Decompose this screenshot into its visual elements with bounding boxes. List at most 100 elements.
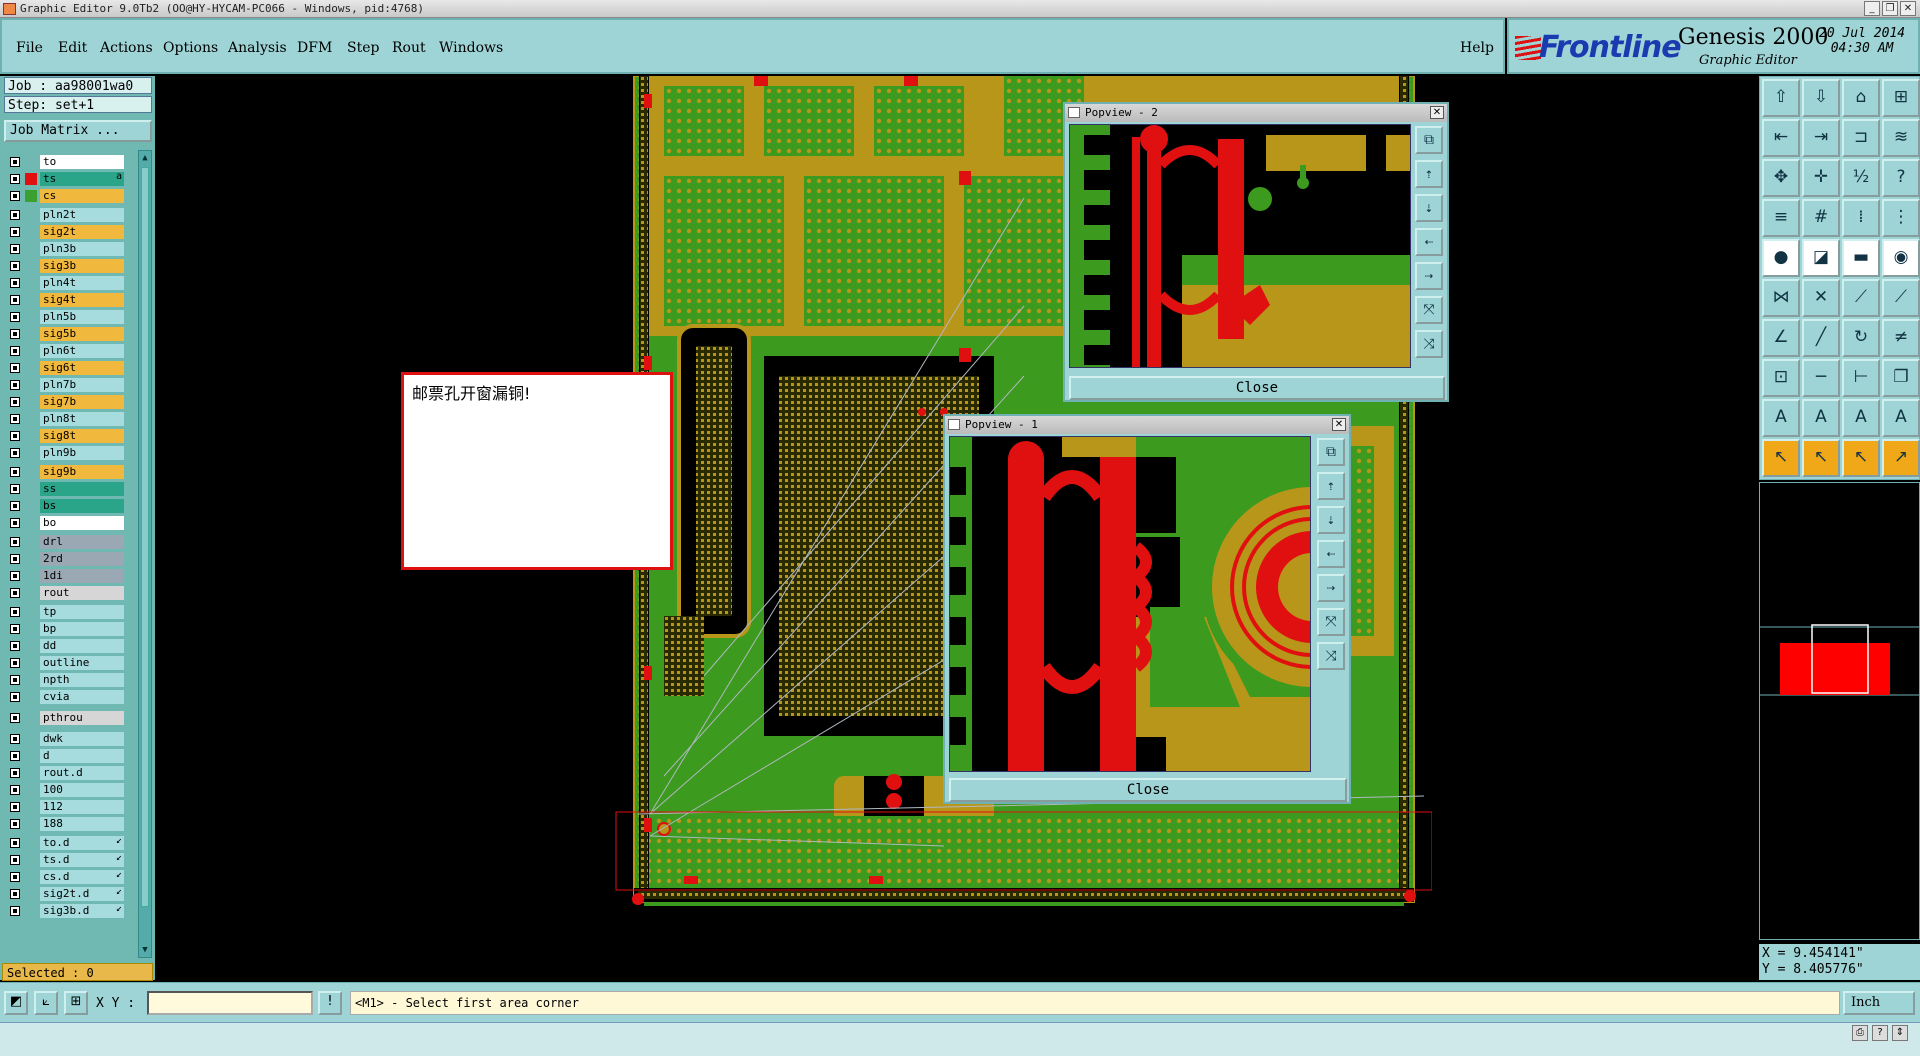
layer-name[interactable]: sig4t [40,293,124,307]
layer-row[interactable]: bp [4,621,124,636]
dimension-icon[interactable]: ⊢ [1842,359,1880,397]
node-icon[interactable]: ⋈ [1762,279,1800,317]
layer-checkbox[interactable] [10,210,20,220]
layer-row[interactable]: ts.d ↙ [4,852,124,867]
layer-row[interactable]: pln9b [4,445,124,460]
exclamation-icon[interactable]: ! [318,991,342,1015]
menu-dfm[interactable]: DFM [297,40,332,56]
layer-name[interactable]: sig6t [40,361,124,375]
layer-row[interactable]: dwk [4,731,124,746]
snap-icon[interactable]: ≋ [1882,119,1920,157]
layer-name[interactable]: 112 [40,800,124,814]
query-icon[interactable]: ? [1882,159,1920,197]
layer-row[interactable]: sig6t [4,360,124,375]
popview-2-close-button[interactable]: Close [1069,376,1445,400]
printer-icon[interactable]: ⎙ [1852,1025,1868,1041]
pan-right-icon[interactable]: ⇥ [1802,119,1840,157]
layer-checkbox[interactable] [10,295,20,305]
layer-checkbox[interactable] [10,518,20,528]
layer-color-swatch[interactable] [25,260,37,272]
text-a-icon[interactable]: A [1762,399,1800,437]
layer-row[interactable]: to.d ↙ [4,835,124,850]
layer-color-swatch[interactable] [25,888,37,900]
layer-row[interactable]: 100 [4,782,124,797]
pointer-edit-icon[interactable]: ↖ [1842,439,1880,477]
popview-2-titlebar[interactable]: Popview - 2 ✕ [1065,104,1447,122]
pad-add-icon[interactable]: ● [1762,239,1800,277]
scroll-thumb[interactable] [141,167,149,907]
layer-checkbox[interactable] [10,675,20,685]
popview-2-close-icon[interactable]: ✕ [1430,106,1444,119]
layer-color-swatch[interactable] [25,640,37,652]
mirror-icon[interactable]: ⊐ [1842,119,1880,157]
layer-row[interactable]: ts a [4,171,124,186]
popview-1-pan-right-icon[interactable]: ⇢ [1317,574,1345,602]
layer-checkbox[interactable] [10,329,20,339]
layer-color-swatch[interactable] [25,277,37,289]
job-matrix-button[interactable]: Job Matrix ... [4,120,152,142]
help-icon[interactable]: ? [1872,1025,1888,1041]
layer-name[interactable]: sig2t.d [40,887,124,901]
layer-color-swatch[interactable] [25,294,37,306]
connect-icon[interactable]: ⋮ [1882,199,1920,237]
layer-row[interactable]: cvia [4,689,124,704]
layer-row[interactable]: sig9b [4,464,124,479]
layer-name[interactable]: pln3b [40,242,124,256]
layer-checkbox[interactable] [10,397,20,407]
zoom-window-icon[interactable]: ⇩ [1802,79,1840,117]
layer-color-swatch[interactable] [25,311,37,323]
layer-checkbox[interactable] [10,906,20,916]
layer-color-swatch[interactable] [25,784,37,796]
layer-name[interactable]: 100 [40,783,124,797]
layer-row[interactable]: sig3b.d ↙ [4,903,124,918]
cross-icon[interactable]: ✕ [1802,279,1840,317]
overview-map[interactable] [1759,482,1920,940]
layer-row[interactable]: 2rd [4,551,124,566]
popview-1-close-button[interactable]: Close [949,778,1347,802]
popview-1-pan-up-icon[interactable]: ⇡ [1317,472,1345,500]
popview-1-close-icon[interactable]: ✕ [1332,418,1346,431]
layer-row[interactable]: rout.d [4,765,124,780]
copy-icon[interactable]: ❐ [1882,359,1920,397]
diagonal-icon[interactable]: ╱ [1802,319,1840,357]
popview-2-zoom-in-icon[interactable]: ⤧ [1415,296,1443,324]
pointer-select-icon[interactable]: ↖ [1802,439,1840,477]
layer-checkbox[interactable] [10,571,20,581]
layer-checkbox[interactable] [10,501,20,511]
text-c-icon[interactable]: A [1842,399,1880,437]
layer-checkbox[interactable] [10,692,20,702]
layer-row[interactable]: cs.d ↙ [4,869,124,884]
layer-color-swatch[interactable] [25,190,37,202]
layer-color-swatch[interactable] [25,396,37,408]
layer-row[interactable]: pthrou [4,710,124,725]
scroll-down-icon[interactable]: ▼ [140,944,150,956]
layer-checkbox[interactable] [10,819,20,829]
layer-row[interactable]: sig5b [4,326,124,341]
layer-name[interactable]: sig3b [40,259,124,273]
angle-snap-icon[interactable]: ⟀ [34,991,58,1015]
layer-name[interactable]: cvia [40,690,124,704]
ruler-icon[interactable]: ▬ [1842,239,1880,277]
layer-name[interactable]: to [40,155,124,169]
layer-list-scrollbar[interactable]: ▲ ▼ [138,150,152,958]
layer-row[interactable]: outline [4,655,124,670]
menu-analysis[interactable]: Analysis [228,40,287,56]
popview-1-zoom-home-icon[interactable]: ⧉ [1317,438,1345,466]
layer-color-swatch[interactable] [25,674,37,686]
layer-color-swatch[interactable] [25,379,37,391]
grid-icon[interactable]: # [1802,199,1840,237]
layer-row[interactable]: to [4,154,124,169]
popview-1-zoom-out-icon[interactable]: ⤨ [1317,642,1345,670]
layer-color-swatch[interactable] [25,517,37,529]
layer-checkbox[interactable] [10,467,20,477]
scroll-up-icon[interactable]: ▲ [140,152,150,164]
menu-rout[interactable]: Rout [392,40,426,56]
layer-checkbox[interactable] [10,537,20,547]
layer-checkbox[interactable] [10,588,20,598]
layer-name[interactable]: bp [40,622,124,636]
layer-checkbox[interactable] [10,624,20,634]
layer-name[interactable]: to.d [40,836,124,850]
arc-icon[interactable]: ⟋ [1882,279,1920,317]
popview-2-pan-down-icon[interactable]: ⇣ [1415,194,1443,222]
measure-icon[interactable]: ≡ [1762,199,1800,237]
